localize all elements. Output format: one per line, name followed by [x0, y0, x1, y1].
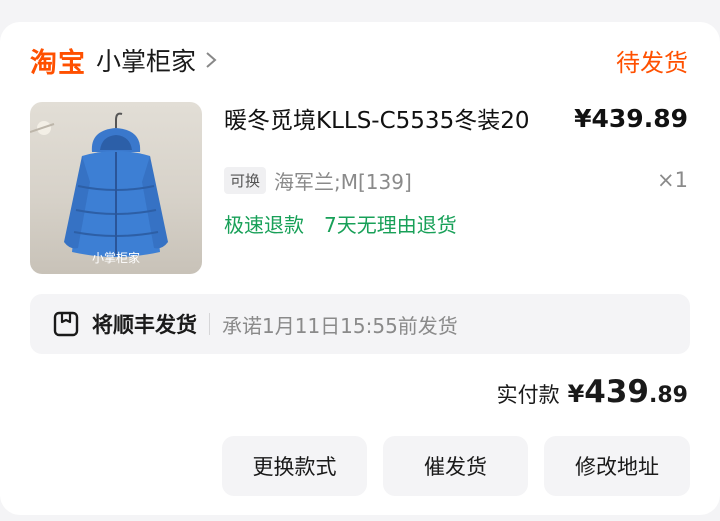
paid-amount-dec: .89 — [649, 383, 688, 408]
package-box-icon — [53, 311, 79, 337]
service-row: 极速退款 7天无理由退货 — [224, 207, 457, 239]
seven-day-return-label: 7天无理由退货 — [324, 212, 457, 237]
product-price: ¥439.89 — [574, 103, 688, 133]
paid-amount-row: 实付款 ¥ 439 .89 — [497, 374, 688, 418]
sku-row: 可换 海军兰;M[139] ×1 — [224, 164, 688, 196]
shop-header[interactable]: 淘宝 小掌柜家 待发货 — [30, 42, 688, 79]
change-style-button[interactable]: 更换款式 — [222, 436, 367, 496]
product-title-row[interactable]: 暖冬觅境KLLS-C5535冬装20 ¥439.89 — [224, 100, 688, 136]
paid-amount-int: 439 — [584, 374, 650, 410]
image-watermark: 小掌柜家 — [92, 250, 140, 265]
shipping-info-box[interactable]: 将顺丰发货 承诺1月11日15:55前发货 — [30, 294, 690, 354]
sku-text: 海军兰;M[139] — [274, 169, 412, 194]
paid-label: 实付款 — [496, 383, 560, 407]
exchangeable-tag: 可换 — [224, 166, 267, 194]
taobao-logo: 淘宝 — [30, 47, 86, 79]
order-status: 待发货 — [616, 48, 688, 77]
shop-name[interactable]: 小掌柜家 — [96, 42, 196, 78]
urge-ship-button[interactable]: 催发货 — [383, 436, 528, 496]
shipping-promise: 承诺1月11日15:55前发货 — [222, 313, 458, 338]
quantity: ×1 — [657, 168, 688, 192]
chevron-right-icon[interactable] — [204, 50, 218, 70]
product-image[interactable]: 小掌柜家 — [30, 102, 202, 274]
paid-currency: ¥ — [567, 380, 585, 408]
divider — [209, 313, 210, 335]
edit-address-button[interactable]: 修改地址 — [544, 436, 690, 496]
order-card: 淘宝 小掌柜家 待发货 小掌柜家 暖冬觅境KLLS-C5535冬装20 ¥439… — [0, 22, 720, 515]
product-title[interactable]: 暖冬觅境KLLS-C5535冬装20 — [224, 101, 529, 135]
fast-refund-label: 极速退款 — [224, 212, 304, 237]
shipping-label: 将顺丰发货 — [92, 313, 197, 337]
